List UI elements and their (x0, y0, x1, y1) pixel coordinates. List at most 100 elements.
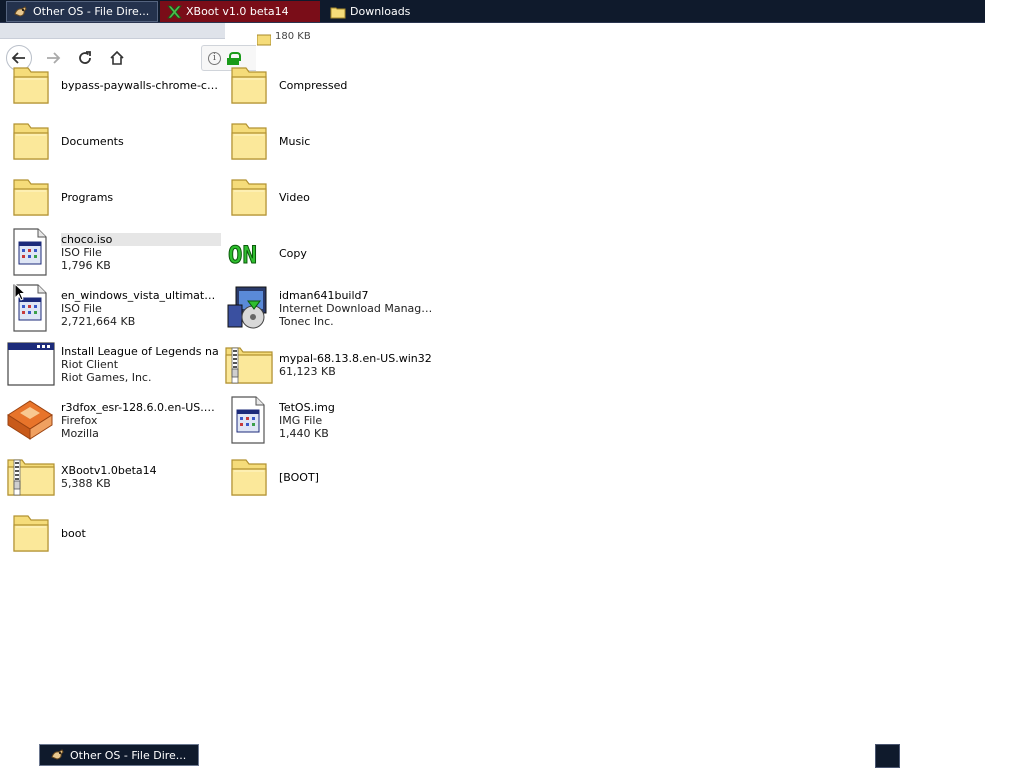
file-item[interactable]: choco.iso ISO File 1,796 KB (4, 227, 221, 279)
file-item-name: Video (279, 191, 310, 204)
file-item-text: bypass-paywalls-chrome-clea... (61, 79, 221, 92)
file-item-text: choco.iso ISO File 1,796 KB (61, 233, 221, 272)
file-item-detail: Riot Games, Inc. (61, 371, 152, 384)
file-item-detail: 1,440 KB (279, 427, 329, 440)
file-item-name: XBootv1.0beta14 (61, 464, 157, 477)
file-item[interactable]: idman641build7 Internet Download Manager … (222, 283, 439, 335)
file-item-detail: 1,796 KB (61, 259, 111, 272)
file-item[interactable]: r3dfox_esr-128.6.0.en-US.wi... Firefox Moz… (4, 395, 221, 447)
file-item-text: en_windows_vista_ultimate_s... ISO File 2,… (61, 289, 221, 328)
file-item-text: Music (279, 135, 439, 148)
file-item-text: Documents (61, 135, 221, 148)
file-item-name: boot (61, 527, 86, 540)
window-app-icon (4, 339, 56, 391)
file-item[interactable]: Install League of Legends na Riot Client R… (4, 339, 219, 391)
file-item-text: r3dfox_esr-128.6.0.en-US.wi... Firefox Moz… (61, 401, 221, 440)
file-item-name: mypal-68.13.8.en-US.win32 (279, 352, 432, 365)
bottom-taskbar-task-label: Other OS - File Dire... (70, 748, 187, 762)
file-item[interactable]: mypal-68.13.8.en-US.win32 61,123 KB (222, 339, 437, 391)
file-item[interactable]: Compressed (222, 59, 437, 111)
folder-icon (4, 59, 56, 111)
img-file-icon (222, 395, 274, 447)
file-item-detail: 5,388 KB (61, 477, 111, 490)
taskbar-task-file-directory[interactable]: Other OS - File Dire... (6, 1, 158, 22)
file-item-name: [BOOT] (279, 471, 319, 484)
folder-icon (222, 59, 274, 111)
iso-file-icon (4, 283, 56, 335)
file-item-name: en_windows_vista_ultimate_s... (61, 289, 221, 302)
browser-tab-strip (0, 23, 225, 39)
file-item[interactable]: bypass-paywalls-chrome-clea... (4, 59, 221, 111)
taskbar-task-label: Other OS - File Dire... (33, 5, 150, 18)
mouse-cursor-icon (14, 283, 27, 301)
file-item[interactable]: TetOS.img IMG File 1,440 KB (222, 395, 437, 447)
file-item-name: r3dfox_esr-128.6.0.en-US.wi... (61, 401, 221, 414)
file-item[interactable]: boot (4, 507, 219, 559)
file-item-detail: Mozilla (61, 427, 99, 440)
file-item-name: idman641build7 (279, 289, 369, 302)
folder-icon (330, 4, 346, 20)
file-item-detail: Tonec Inc. (279, 315, 334, 328)
file-item-detail: Internet Download Manager in... (279, 302, 439, 315)
file-item-text: Video (279, 191, 439, 204)
folder-icon (222, 115, 274, 167)
file-item-text: TetOS.img IMG File 1,440 KB (279, 401, 439, 440)
iso-file-icon (4, 227, 56, 279)
file-item-text: Install League of Legends na Riot Client R… (61, 345, 221, 384)
taskbar-task-xboot[interactable]: XBoot v1.0 beta14 (160, 1, 320, 22)
folder-icon (4, 507, 56, 559)
file-item-name: Copy (279, 247, 307, 260)
file-item-name: bypass-paywalls-chrome-clea... (61, 79, 221, 92)
file-item[interactable]: [BOOT] (222, 451, 437, 503)
file-item-text: boot (61, 527, 221, 540)
file-item-name: Compressed (279, 79, 348, 92)
folder-icon (222, 451, 274, 503)
xboot-icon (166, 4, 182, 20)
file-item-text: idman641build7 Internet Download Manager … (279, 289, 439, 328)
folder-icon (256, 34, 272, 46)
bottom-taskbar-task[interactable]: Other OS - File Dire... (39, 744, 199, 766)
file-item-name: Music (279, 135, 311, 148)
file-item-name: TetOS.img (279, 401, 335, 414)
file-item[interactable]: en_windows_vista_ultimate_s... ISO File 2,… (4, 283, 221, 335)
file-item[interactable]: Documents (4, 115, 219, 167)
file-item-name: Install League of Legends na (61, 345, 219, 358)
file-item-detail: 61,123 KB (279, 365, 336, 378)
file-item-detail: Riot Client (61, 358, 119, 371)
file-item-text: Compressed (279, 79, 439, 92)
file-item[interactable]: Programs (4, 171, 219, 223)
taskbar-task-label: Downloads (350, 5, 411, 18)
folder-icon (4, 115, 56, 167)
partial-item-size: 180 KB (275, 31, 311, 42)
file-item[interactable]: Music (222, 115, 437, 167)
file-item-text: mypal-68.13.8.en-US.win32 61,123 KB (279, 352, 439, 378)
file-item[interactable]: Video (222, 171, 437, 223)
folder-icon (4, 171, 56, 223)
file-item-detail: ISO File (61, 302, 102, 315)
file-item-text: [BOOT] (279, 471, 439, 484)
file-item-name: Documents (61, 135, 124, 148)
taskbar-task-label: XBoot v1.0 beta14 (186, 5, 289, 18)
top-taskbar: Other OS - File Dire... XBoot v1.0 beta1… (0, 0, 985, 23)
file-item-name: Programs (61, 191, 114, 204)
zip-folder-icon (222, 339, 274, 391)
partial-folder-above (256, 23, 272, 49)
file-item[interactable]: ON Copy (222, 227, 437, 279)
mouse-app-icon (50, 747, 66, 763)
file-item[interactable]: XBootv1.0beta14 5,388 KB (4, 451, 219, 503)
file-item-text: XBootv1.0beta14 5,388 KB (61, 464, 221, 490)
mouse-app-icon (13, 4, 29, 20)
zip-folder-icon (4, 451, 56, 503)
file-item-text: Copy (279, 247, 439, 260)
show-desktop-button[interactable] (875, 744, 900, 768)
on-switch-icon: ON (222, 227, 274, 279)
file-item-name: choco.iso (61, 233, 221, 246)
idm-installer-icon (222, 283, 274, 335)
folder-icon (222, 171, 274, 223)
file-item-detail: Firefox (61, 414, 98, 427)
file-item-detail: ISO File (61, 246, 102, 259)
file-item-detail: 2,721,664 KB (61, 315, 136, 328)
taskbar-task-downloads[interactable]: Downloads (324, 1, 484, 22)
firefox-installer-icon (4, 395, 56, 447)
svg-text:ON: ON (228, 241, 257, 269)
